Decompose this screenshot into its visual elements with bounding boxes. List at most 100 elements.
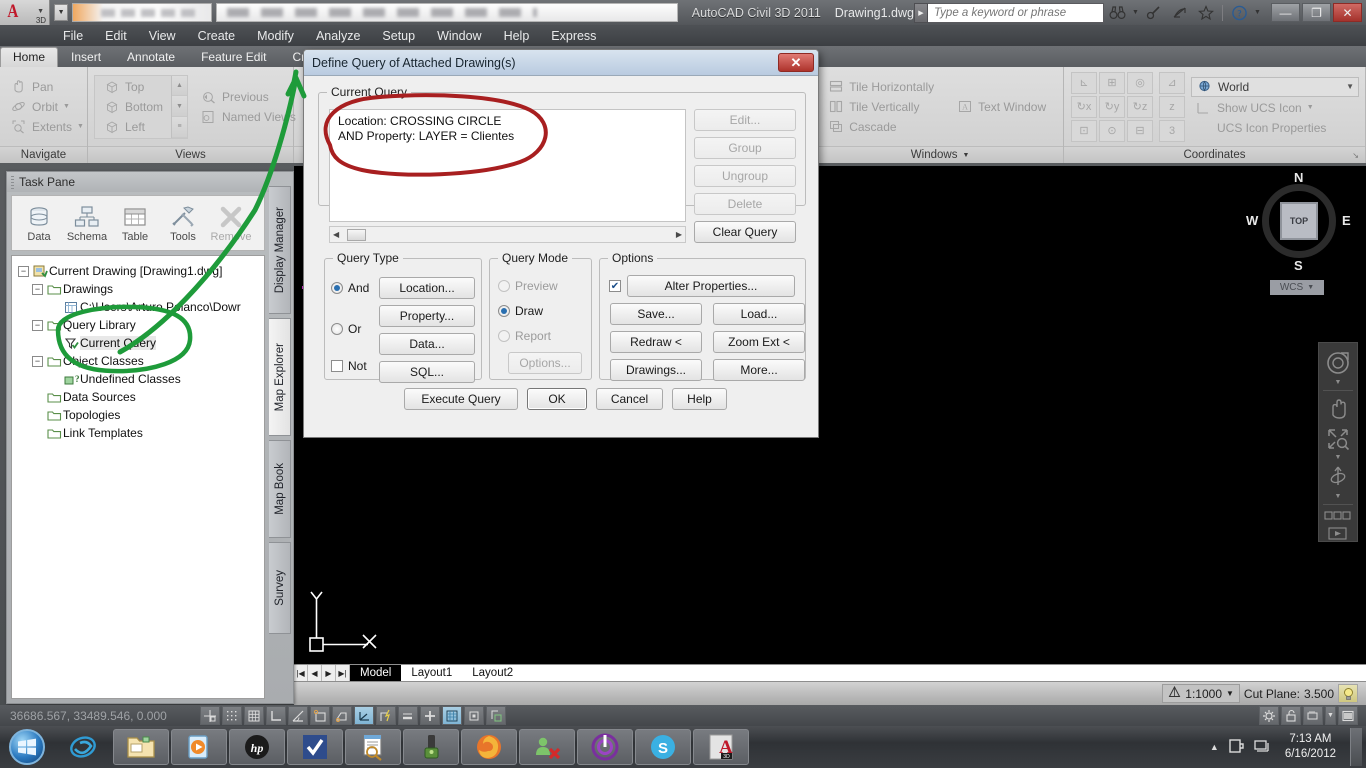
status-bar-menu-icon[interactable]: ▼ (1325, 706, 1336, 725)
search-binoculars-icon[interactable] (1104, 2, 1130, 24)
steering-wheel-dropdown-icon[interactable]: ▼ (1335, 379, 1342, 386)
grid-snap-icon[interactable] (244, 706, 264, 725)
expand-toggle-icon[interactable]: − (18, 265, 29, 277)
radio-preview-indicator[interactable] (498, 280, 510, 292)
ribbon-item-text-window[interactable]: A Text Window (952, 98, 1050, 116)
favorites-star-icon[interactable] (1193, 2, 1219, 24)
ucs-y-rotate-icon[interactable]: ↻y (1099, 95, 1125, 118)
ribbon-item-bottom[interactable]: Bottom (99, 98, 167, 116)
security-app-icon[interactable] (403, 729, 459, 765)
minimize-button[interactable]: — (1271, 3, 1300, 22)
ribbon-item-top[interactable]: Top (99, 78, 167, 96)
annotation-scale-control[interactable]: 1:1000 ▼ (1162, 684, 1240, 703)
map-explorer-tree[interactable]: − Current Drawing [Drawing1.dwg] − Drawi… (11, 255, 266, 699)
checkmark-app-icon[interactable] (287, 729, 343, 765)
toolbar-button-schema[interactable]: Schema (63, 198, 111, 248)
firefox-icon[interactable] (461, 729, 517, 765)
ducs-icon[interactable] (354, 706, 374, 725)
radio-or-indicator[interactable] (331, 323, 343, 335)
task-pane-header[interactable]: Task Pane (7, 172, 270, 192)
ribbon-item-left[interactable]: Left (99, 118, 167, 136)
radio-and[interactable]: And (331, 281, 369, 295)
cancel-button[interactable]: Cancel (596, 388, 663, 410)
ribbon-item-tile-vertically[interactable]: Tile Vertically (823, 98, 938, 116)
view-cube[interactable]: N S W E TOP WCS ▼ (1244, 170, 1354, 300)
tab-nav-last-icon[interactable]: ▶| (336, 665, 350, 681)
media-player-icon[interactable] (171, 729, 227, 765)
show-motion-play-icon[interactable] (1323, 525, 1353, 541)
snap-icon[interactable] (200, 706, 220, 725)
views-scroll-spinner[interactable]: ▲ ▼ ≡ (171, 75, 188, 138)
save-button[interactable]: Save... (610, 303, 702, 325)
coordinate-system-dropdown-icon[interactable]: ▼ (1346, 82, 1354, 91)
dyn-input-icon[interactable] (376, 706, 396, 725)
radio-draw-indicator[interactable] (498, 305, 510, 317)
bittorrent-icon[interactable] (577, 729, 633, 765)
compass-south-label[interactable]: S (1294, 258, 1303, 273)
tab-nav-prev-icon[interactable]: ◀ (308, 665, 322, 681)
unlock-icon[interactable] (1281, 706, 1301, 725)
ucs-z-rotate-icon[interactable]: ↻z (1127, 95, 1153, 118)
ucs-named-icon[interactable]: ⊞ (1099, 71, 1125, 94)
property-button[interactable]: Property... (379, 305, 475, 327)
drawings-button[interactable]: Drawings... (610, 359, 702, 381)
more-button[interactable]: More... (713, 359, 805, 381)
current-query-list[interactable]: Location: CROSSING CIRCLE AND Property: … (329, 109, 686, 222)
coordinate-system-combo[interactable]: World ▼ (1191, 76, 1359, 97)
show-ucs-dropdown-icon[interactable]: ▼ (1307, 104, 1314, 111)
current-query-hsc-scrollbar[interactable]: ◀ ▶ (329, 226, 686, 243)
ribbon-item-pan[interactable]: Pan (6, 78, 88, 96)
menu-item-window[interactable]: Window (426, 29, 492, 43)
alter-properties-button[interactable]: Alter Properties... (627, 275, 795, 297)
cloud-sync-icon[interactable] (1167, 2, 1193, 24)
compass-east-label[interactable]: E (1342, 213, 1351, 228)
drag-grip-icon[interactable] (11, 175, 14, 189)
ribbon-item-ucs-icon-properties[interactable]: UCS Icon Properties (1191, 119, 1359, 137)
skype-icon[interactable]: S (635, 729, 691, 765)
ucs-axis-icon-z[interactable]: z (1159, 95, 1185, 118)
tree-node-undefined-classes[interactable]: ? Undefined Classes (16, 370, 260, 388)
tree-node-drawings[interactable]: − Drawings (16, 280, 260, 298)
coordinate-readout[interactable]: 36686.567, 33489.546, 0.000 (0, 709, 200, 723)
scroll-list-icon[interactable]: ≡ (172, 116, 188, 138)
tab-model[interactable]: Model (350, 665, 402, 681)
wcs-chevron-down-icon[interactable]: ▼ (1307, 284, 1314, 291)
tree-node-object-classes[interactable]: − Object Classes (16, 352, 260, 370)
ucs-x-rotate-icon[interactable]: ↻x (1071, 95, 1097, 118)
toolbar-button-data[interactable]: Data (15, 198, 63, 248)
ok-button[interactable]: OK (527, 388, 587, 410)
windows-explorer-icon[interactable] (113, 729, 169, 765)
ucs-zaxis-icon[interactable]: ⊙ (1099, 119, 1125, 142)
zoom-dropdown-icon[interactable]: ▼ (1335, 454, 1342, 461)
ucs-origin-icon[interactable]: ⊡ (1071, 119, 1097, 142)
menu-item-analyze[interactable]: Analyze (305, 29, 371, 43)
location-button[interactable]: Location... (379, 277, 475, 299)
taskbar-clock[interactable]: 7:13 AM 6/16/2012 (1279, 732, 1342, 762)
ucs-3point-icon[interactable]: ⊟ (1127, 119, 1153, 142)
power-icon[interactable] (1227, 737, 1245, 758)
zoom-ext-button[interactable]: Zoom Ext < (713, 331, 805, 353)
scale-dropdown-icon[interactable]: ▼ (1226, 689, 1234, 698)
menu-item-help[interactable]: Help (493, 29, 541, 43)
menu-item-view[interactable]: View (138, 29, 187, 43)
pan-icon[interactable] (1323, 395, 1353, 423)
orbit-navbar-dropdown-icon[interactable]: ▼ (1335, 493, 1342, 500)
otrack-icon[interactable] (332, 706, 352, 725)
scrollbar-thumb[interactable] (347, 229, 366, 241)
qat-dropdown-icon[interactable]: ▼ (54, 4, 69, 21)
transparency-plus-icon[interactable] (420, 706, 440, 725)
steering-wheel-icon[interactable] (1323, 349, 1353, 377)
messenger-icon[interactable] (519, 729, 575, 765)
load-button[interactable]: Load... (713, 303, 805, 325)
communication-center-icon[interactable] (1141, 2, 1167, 24)
expand-toggle-icon[interactable]: − (32, 283, 43, 295)
dialog-close-icon[interactable]: ✕ (778, 53, 814, 72)
selection-cycling-icon[interactable] (464, 706, 484, 725)
application-menu-button[interactable]: A ▼ 3D (0, 0, 51, 25)
tree-node-current-drawing[interactable]: − Current Drawing [Drawing1.dwg] (16, 262, 260, 280)
help-button[interactable]: Help (672, 388, 727, 410)
infocenter-expand-icon[interactable]: ▶ (914, 2, 928, 23)
show-hidden-icons-icon[interactable]: ▲ (1210, 742, 1219, 752)
show-desktop-button[interactable] (1350, 728, 1362, 766)
network-icon[interactable] (1253, 737, 1271, 758)
